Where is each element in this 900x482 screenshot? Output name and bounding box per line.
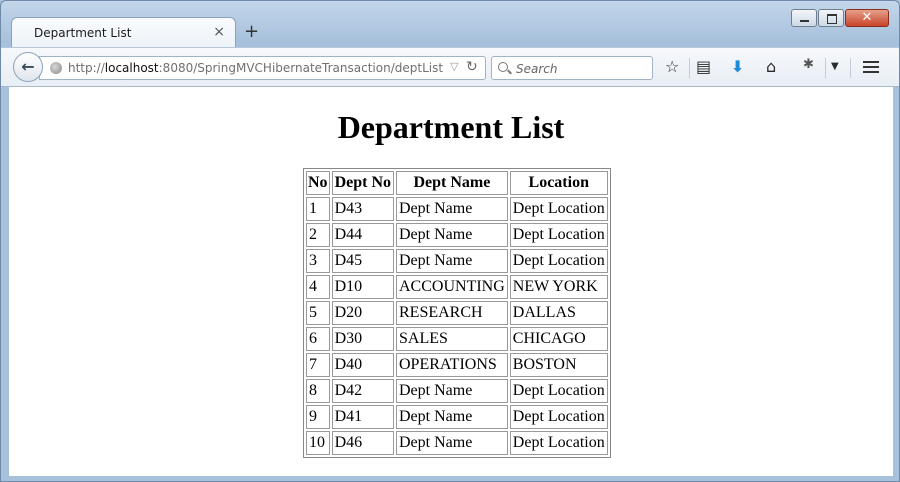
cell-dept-name: Dept Name xyxy=(396,431,508,455)
cell-location: BOSTON xyxy=(509,353,608,377)
url-prefix: http:// xyxy=(68,61,105,75)
toolbar-separator xyxy=(825,58,826,78)
close-window-button[interactable]: ✕ xyxy=(845,9,889,27)
cell-no: 9 xyxy=(306,405,330,429)
table-row: 6 D30 SALES CHICAGO xyxy=(306,327,608,351)
table-row: 8 D42 Dept Name Dept Location xyxy=(306,379,608,403)
addon-icon[interactable]: ✱ xyxy=(803,57,814,72)
column-header-no: No xyxy=(306,171,330,195)
cell-location: Dept Location xyxy=(509,431,608,455)
cell-dept-no: D10 xyxy=(331,275,394,299)
cell-no: 7 xyxy=(306,353,330,377)
cell-dept-no: D46 xyxy=(331,431,394,455)
window-controls: ✕ xyxy=(790,9,889,27)
url-bar[interactable]: http://localhost:8080/SpringMVCHibernate… xyxy=(39,56,486,80)
table-row: 9 D41 Dept Name Dept Location xyxy=(306,405,608,429)
menu-dropdown-icon[interactable]: ▼ xyxy=(831,61,839,72)
cell-dept-name: Dept Name xyxy=(396,405,508,429)
hamburger-menu-icon[interactable] xyxy=(863,61,879,76)
cell-dept-no: D30 xyxy=(331,327,394,351)
table-row: 4 D10 ACCOUNTING NEW YORK xyxy=(306,275,608,299)
back-button[interactable]: ← xyxy=(13,52,43,82)
cell-dept-no: D44 xyxy=(331,223,394,247)
maximize-button[interactable] xyxy=(818,9,844,27)
cell-no: 2 xyxy=(306,223,330,247)
column-header-location: Location xyxy=(509,171,608,195)
cell-dept-name: Dept Name xyxy=(396,197,508,221)
cell-dept-name: RESEARCH xyxy=(396,301,508,325)
tab-close-icon[interactable]: × xyxy=(213,24,225,40)
page-title: Department List xyxy=(337,109,565,145)
cell-no: 10 xyxy=(306,431,330,455)
table-row: 10 D46 Dept Name Dept Location xyxy=(306,431,608,455)
cell-location: Dept Location xyxy=(509,197,608,221)
cell-location: DALLAS xyxy=(509,301,608,325)
department-table: No Dept No Dept Name Location 1 D43 Dept N… xyxy=(303,168,611,458)
cell-location: CHICAGO xyxy=(509,327,608,351)
cell-no: 5 xyxy=(306,301,330,325)
toolbar-separator xyxy=(850,58,851,78)
cell-location: Dept Location xyxy=(509,405,608,429)
table-row: 5 D20 RESEARCH DALLAS xyxy=(306,301,608,325)
cell-location: Dept Location xyxy=(509,249,608,273)
search-input[interactable] xyxy=(514,59,648,79)
cell-dept-name: Dept Name xyxy=(396,223,508,247)
page-content: Department List No Dept No Dept Name Loc… xyxy=(9,87,893,476)
cell-location: Dept Location xyxy=(509,223,608,247)
download-icon[interactable]: ⬇ xyxy=(731,57,744,76)
url-host: localhost xyxy=(104,61,159,75)
toolbar-separator xyxy=(689,58,690,78)
url-path: :8080/SpringMVCHibernateTransaction/dept… xyxy=(158,61,444,75)
cell-dept-no: D45 xyxy=(331,249,394,273)
cell-dept-no: D20 xyxy=(331,301,394,325)
browser-window: Department List × + ✕ http://localhost:8… xyxy=(0,0,900,482)
minimize-button[interactable] xyxy=(791,9,817,27)
table-row: 2 D44 Dept Name Dept Location xyxy=(306,223,608,247)
close-icon: ✕ xyxy=(861,10,873,25)
navigation-toolbar: http://localhost:8080/SpringMVCHibernate… xyxy=(1,47,899,87)
home-icon[interactable]: ⌂ xyxy=(766,57,776,76)
table-header-row: No Dept No Dept Name Location xyxy=(306,171,608,195)
star-icon[interactable]: ☆ xyxy=(665,57,679,76)
cell-dept-name: Dept Name xyxy=(396,249,508,273)
maximize-icon xyxy=(827,14,837,24)
cell-dept-name: SALES xyxy=(396,327,508,351)
cell-dept-name: ACCOUNTING xyxy=(396,275,508,299)
cell-dept-name: Dept Name xyxy=(396,379,508,403)
reload-icon[interactable]: ↻ xyxy=(466,59,478,75)
table-row: 3 D45 Dept Name Dept Location xyxy=(306,249,608,273)
cell-no: 4 xyxy=(306,275,330,299)
table-row: 7 D40 OPERATIONS BOSTON xyxy=(306,353,608,377)
url-text[interactable]: http://localhost:8080/SpringMVCHibernate… xyxy=(68,61,443,75)
back-icon: ← xyxy=(21,57,35,76)
cell-location: Dept Location xyxy=(509,379,608,403)
globe-icon xyxy=(50,62,62,74)
new-tab-button[interactable]: + xyxy=(244,21,259,42)
reading-list-icon[interactable]: ▤ xyxy=(696,57,711,76)
column-header-dept-name: Dept Name xyxy=(396,171,508,195)
cell-no: 3 xyxy=(306,249,330,273)
search-bar[interactable] xyxy=(491,56,653,80)
minimize-icon xyxy=(800,20,809,22)
cell-dept-no: D41 xyxy=(331,405,394,429)
cell-location: NEW YORK xyxy=(509,275,608,299)
cell-no: 1 xyxy=(306,197,330,221)
tab-title: Department List xyxy=(34,26,132,40)
cell-dept-no: D43 xyxy=(331,197,394,221)
cell-no: 6 xyxy=(306,327,330,351)
url-dropdown-icon[interactable]: ▽ xyxy=(450,60,458,73)
table-row: 1 D43 Dept Name Dept Location xyxy=(306,197,608,221)
column-header-dept-no: Dept No xyxy=(331,171,394,195)
cell-no: 8 xyxy=(306,379,330,403)
cell-dept-no: D42 xyxy=(331,379,394,403)
cell-dept-no: D40 xyxy=(331,353,394,377)
tab-department-list[interactable]: Department List × xyxy=(11,17,236,47)
search-icon xyxy=(498,62,508,72)
cell-dept-name: OPERATIONS xyxy=(396,353,508,377)
